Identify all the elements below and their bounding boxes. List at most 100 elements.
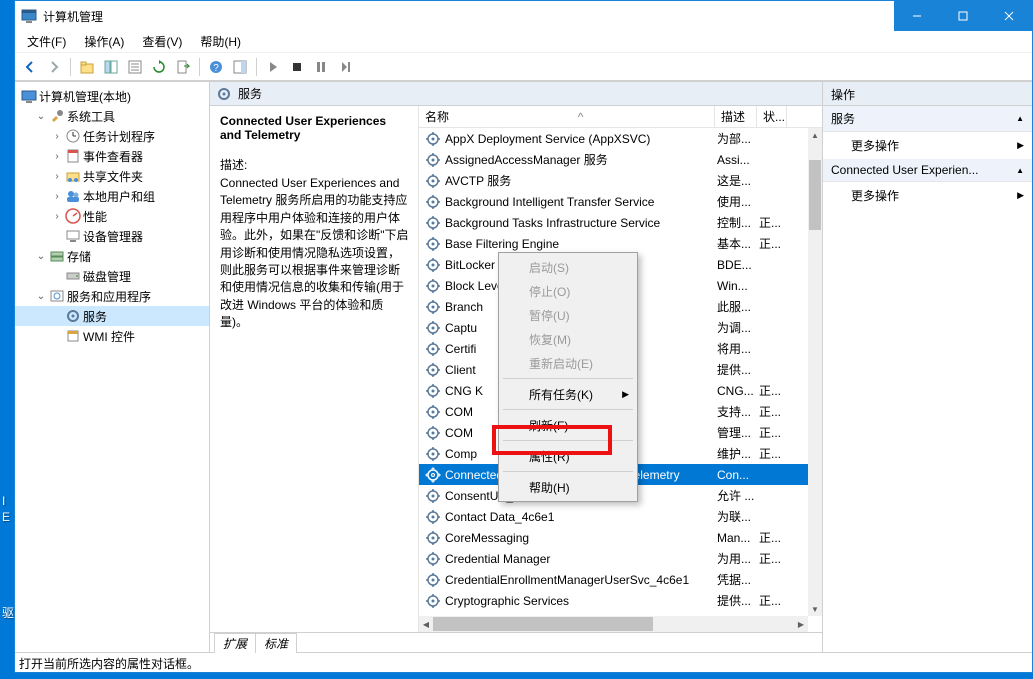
disk-icon [65,268,81,284]
context-help[interactable]: 帮助(H) [501,475,635,499]
service-name: CoreMessaging [445,531,717,545]
play-button[interactable] [262,56,284,78]
maximize-button[interactable] [940,1,986,31]
actions-section-services[interactable]: 服务▲ [823,106,1032,132]
pause-button[interactable] [310,56,332,78]
navigation-tree[interactable]: 计算机管理(本地) ⌄系统工具 ›任务计划程序 ›事件查看器 ›共享文件夹 ›本… [15,82,210,652]
up-button[interactable] [76,56,98,78]
tree-disk-management[interactable]: 磁盘管理 [15,266,209,286]
service-row[interactable]: Background Tasks Infrastructure Service控… [419,212,808,233]
tree-local-users[interactable]: ›本地用户和组 [15,186,209,206]
tools-icon [49,108,65,124]
service-row[interactable]: AppX Deployment Service (AppXSVC)为部... [419,128,808,149]
service-name: Background Intelligent Transfer Service [445,195,717,209]
collapse-icon[interactable]: ⌄ [35,111,47,122]
scroll-thumb[interactable] [809,160,821,230]
service-desc: Man... [717,531,759,545]
menubar: 文件(F) 操作(A) 查看(V) 帮助(H) [15,31,1032,53]
description-label: 描述: [220,156,410,173]
tree-services[interactable]: 服务 [15,306,209,326]
gear-icon [425,593,441,609]
column-status[interactable]: 状... [757,106,787,127]
service-row[interactable]: CredentialEnrollmentManagerUserSvc_4c6e1… [419,569,808,590]
service-desc: 将用... [717,340,759,357]
collapse-icon[interactable]: ⌄ [35,291,47,302]
window-title: 计算机管理 [43,8,894,25]
properties-toolbar-button[interactable] [124,56,146,78]
gear-icon [425,278,441,294]
refresh-button[interactable] [148,56,170,78]
back-button[interactable] [19,56,41,78]
gear-icon [425,530,441,546]
column-name[interactable]: 名称^ [419,106,715,127]
show-hide-tree-button[interactable] [100,56,122,78]
scroll-left-icon[interactable]: ◀ [419,616,433,632]
tree-task-scheduler[interactable]: ›任务计划程序 [15,126,209,146]
service-name: Contact Data_4c6e1 [445,510,717,524]
menu-view[interactable]: 查看(V) [134,31,190,52]
service-desc: Assi... [717,153,759,167]
service-row[interactable]: Background Intelligent Transfer Service使… [419,191,808,212]
service-row[interactable]: Base Filtering Engine基本...正... [419,233,808,254]
menu-file[interactable]: 文件(F) [19,31,74,52]
gear-icon [425,488,441,504]
service-row[interactable]: Credential Manager为用...正... [419,548,808,569]
stop-button[interactable] [286,56,308,78]
service-status: 正... [759,550,789,567]
gear-icon [425,572,441,588]
service-status: 正... [759,382,789,399]
service-status: 正... [759,403,789,420]
scroll-down-icon[interactable]: ▼ [808,602,822,616]
service-desc: 基本... [717,235,759,252]
scroll-right-icon[interactable]: ▶ [794,616,808,632]
services-apps-icon [49,288,65,304]
action-more-1[interactable]: 更多操作▶ [823,132,1032,159]
export-button[interactable] [172,56,194,78]
column-description[interactable]: 描述 [715,106,757,127]
expand-icon[interactable]: › [51,151,63,162]
actions-section-selected[interactable]: Connected User Experien...▲ [823,159,1032,182]
scroll-up-icon[interactable]: ▲ [808,128,822,142]
tree-services-apps[interactable]: ⌄服务和应用程序 [15,286,209,306]
context-all-tasks[interactable]: 所有任务(K)▶ [501,382,635,406]
expand-icon[interactable]: › [51,191,63,202]
action-more-2[interactable]: 更多操作▶ [823,182,1032,209]
forward-button[interactable] [43,56,65,78]
tree-root[interactable]: 计算机管理(本地) [15,86,209,106]
vertical-scrollbar[interactable]: ▲ ▼ [808,128,822,616]
hscroll-thumb[interactable] [433,617,653,631]
service-desc: 控制... [717,214,759,231]
statusbar: 打开当前所选内容的属性对话框。 [15,652,1032,672]
expand-icon[interactable]: › [51,211,63,222]
context-start: 启动(S) [501,255,635,279]
tree-wmi[interactable]: WMI 控件 [15,326,209,346]
menu-help[interactable]: 帮助(H) [192,31,249,52]
gear-icon [425,551,441,567]
minimize-button[interactable] [894,1,940,31]
service-row[interactable]: AssignedAccessManager 服务Assi... [419,149,808,170]
expand-icon[interactable]: › [51,131,63,142]
menu-action[interactable]: 操作(A) [76,31,132,52]
service-row[interactable]: AVCTP 服务这是... [419,170,808,191]
show-action-pane-button[interactable] [229,56,251,78]
tree-performance[interactable]: ›性能 [15,206,209,226]
tab-standard[interactable]: 标准 [255,633,297,653]
tree-storage[interactable]: ⌄存储 [15,246,209,266]
tree-shared-folders[interactable]: ›共享文件夹 [15,166,209,186]
titlebar: 计算机管理 [15,1,1032,31]
restart-button[interactable] [334,56,356,78]
tree-system-tools[interactable]: ⌄系统工具 [15,106,209,126]
collapse-icon[interactable]: ⌄ [35,251,47,262]
service-row[interactable]: CoreMessagingMan...正... [419,527,808,548]
gear-icon [425,257,441,273]
service-row[interactable]: Cryptographic Services提供...正... [419,590,808,611]
close-button[interactable] [986,1,1032,31]
horizontal-scrollbar[interactable]: ◀ ▶ [419,616,808,632]
tab-extended[interactable]: 扩展 [214,633,256,653]
expand-icon[interactable]: › [51,171,63,182]
tree-event-viewer[interactable]: ›事件查看器 [15,146,209,166]
service-desc: CNG... [717,384,759,398]
service-row[interactable]: Contact Data_4c6e1为联... [419,506,808,527]
help-toolbar-button[interactable]: ? [205,56,227,78]
tree-device-manager[interactable]: 设备管理器 [15,226,209,246]
